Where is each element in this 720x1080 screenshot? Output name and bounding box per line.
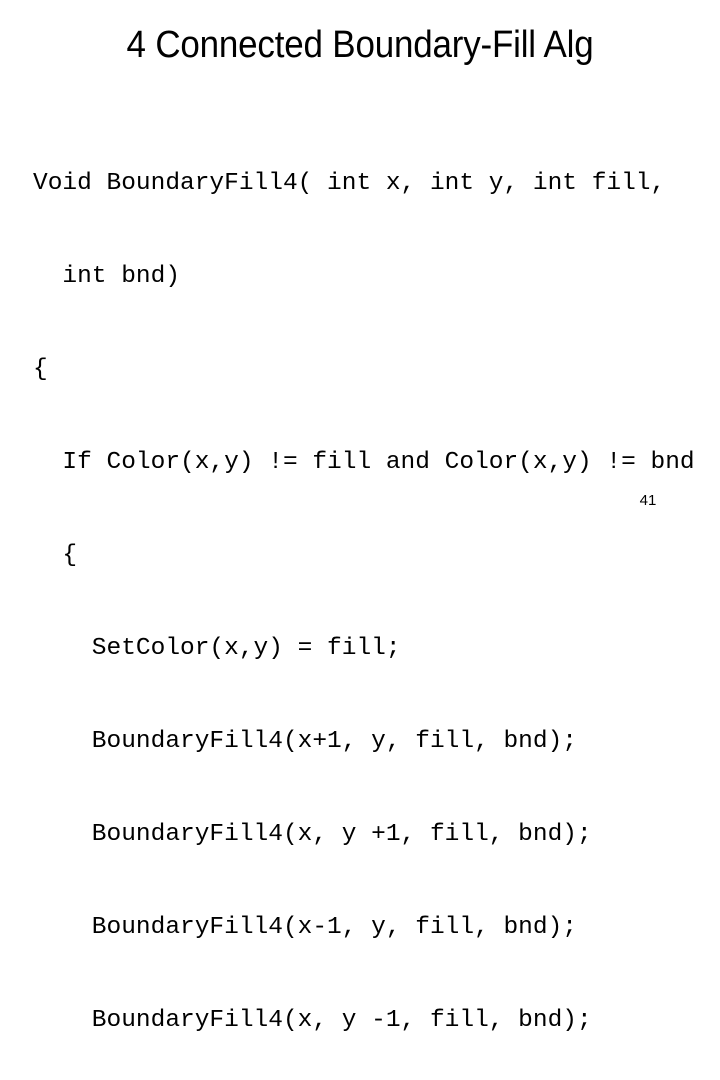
code-line: BoundaryFill4(x-1, y, fill, bnd); <box>33 914 577 941</box>
code-line: BoundaryFill4(x+1, y, fill, bnd); <box>33 728 577 755</box>
code-line: int bnd) <box>33 263 181 290</box>
code-line: SetColor(x,y) = fill; <box>33 635 401 662</box>
code-line: { <box>33 542 78 569</box>
page-title: 4 Connected Boundary-Fill Alg <box>126 24 594 66</box>
page-number: 41 <box>639 492 657 509</box>
code-line: BoundaryFill4(x, y -1, fill, bnd); <box>33 1007 592 1034</box>
code-line: { <box>33 356 48 383</box>
code-line: Void BoundaryFill4( int x, int y, int fi… <box>33 170 666 197</box>
code-line: BoundaryFill4(x, y +1, fill, bnd); <box>33 821 592 848</box>
code-line: If Color(x,y) != fill and Color(x,y) != … <box>33 449 695 476</box>
slide-canvas: 4 Connected Boundary-Fill Alg Void Bound… <box>0 0 720 1034</box>
code-block: Void BoundaryFill4( int x, int y, int fi… <box>33 106 720 1080</box>
